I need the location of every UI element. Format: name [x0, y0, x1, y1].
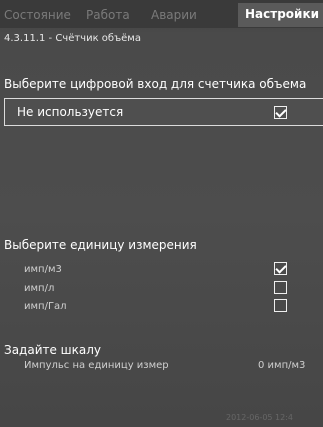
unit-option-imp-l-checkbox[interactable] — [274, 281, 287, 294]
scale-setting-value[interactable]: 0 имп/м3 — [258, 360, 305, 371]
tab-alarms[interactable]: Аварии — [151, 4, 197, 26]
tab-settings[interactable]: Настройки — [238, 3, 323, 27]
breadcrumb: 4.3.11.1 - Счётчик объёма — [4, 33, 141, 44]
selected-digital-input: Не используется — [17, 105, 124, 119]
unit-option-imp-m3-label: имп/м3 — [24, 264, 62, 275]
unit-option-imp-l-label: имп/л — [24, 283, 55, 294]
scale-title: Задайте шкалу — [4, 343, 102, 357]
screen: Состояние Работа Аварии Настройки 4.3.11… — [0, 0, 323, 427]
unit-option-imp-m3-checkbox[interactable] — [274, 262, 287, 275]
unit-option-imp-gal-checkbox[interactable] — [274, 299, 287, 312]
unit-title: Выберите единицу измерения — [4, 238, 197, 252]
tab-bar: Состояние Работа Аварии Настройки — [0, 0, 323, 28]
timestamp: 2012-06-05 12:4 — [226, 413, 293, 422]
tab-operation[interactable]: Работа — [86, 4, 130, 26]
digital-input-title: Выберите цифровой вход для счетчика объе… — [4, 77, 307, 91]
scale-setting-label: Импульс на единицу измер — [24, 360, 169, 371]
selected-input-checkbox[interactable] — [274, 106, 287, 119]
unit-option-imp-gal-label: имп/Гал — [24, 301, 67, 312]
tab-status[interactable]: Состояние — [4, 4, 71, 26]
